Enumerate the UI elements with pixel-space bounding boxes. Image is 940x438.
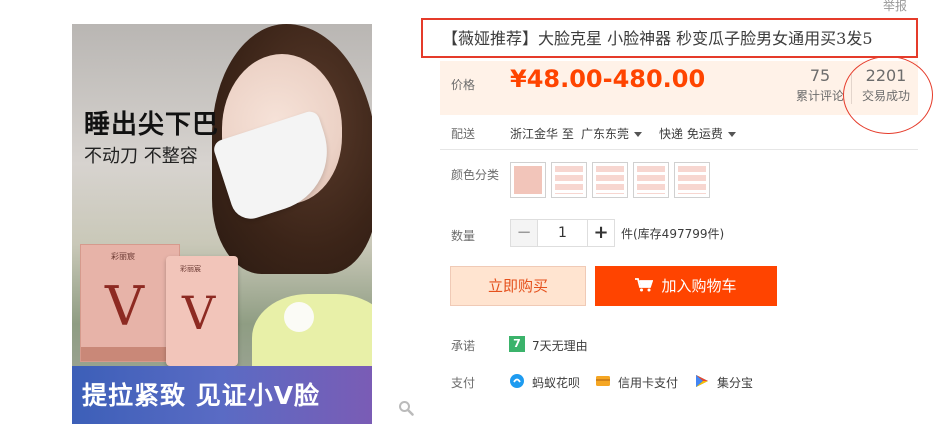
- color-swatch[interactable]: [592, 162, 628, 198]
- color-swatch[interactable]: [510, 162, 546, 198]
- quantity-label: 数量: [451, 229, 476, 243]
- add-to-cart-button[interactable]: 加入购物车: [595, 266, 777, 306]
- reviews-stat[interactable]: 75 累计评论: [795, 66, 845, 104]
- box-letter: V: [105, 275, 144, 338]
- chevron-down-icon: [727, 132, 736, 137]
- image-slogan-main: 睡出尖下巴: [84, 110, 220, 140]
- swatch-thumbnail: [555, 166, 583, 194]
- payment-method-credit-card[interactable]: 信用卡支付: [618, 374, 678, 391]
- pompom: [284, 302, 314, 332]
- shipping-origin: 浙江金华 至: [510, 127, 574, 141]
- product-title: 【薇娅推荐】大脸克星 小脸神器 秒变瓜子脸男女通用买3发5: [442, 29, 873, 48]
- stock-info: 件(库存497799件): [621, 227, 725, 241]
- image-banner-text: 提拉紧致 见证小V脸: [82, 381, 321, 410]
- product-box: 彩丽宸 V: [80, 244, 180, 362]
- price-label: 价格: [451, 78, 476, 92]
- box-brand: 彩丽宸: [111, 252, 135, 261]
- swatch-thumbnail: [678, 166, 706, 194]
- shipping-label: 配送: [451, 127, 476, 141]
- shipping-method-select[interactable]: 快递 免运费: [659, 125, 736, 142]
- payment-method-huabei[interactable]: 蚂蚁花呗: [532, 374, 580, 391]
- huabei-icon: [510, 374, 524, 388]
- shipping-destination: 广东东莞: [581, 127, 630, 141]
- box-base: [81, 347, 179, 361]
- jifenbao-icon: [696, 375, 708, 387]
- shipping-method: 快递 免运费: [659, 127, 723, 141]
- payment-label: 支付: [451, 376, 476, 390]
- chevron-down-icon: [634, 132, 643, 137]
- swatch-thumbnail: [637, 166, 665, 194]
- pack-brand: 彩丽宸: [180, 265, 201, 273]
- color-swatch[interactable]: [633, 162, 669, 198]
- swatch-thumbnail: [596, 166, 624, 194]
- promise-text[interactable]: 7天无理由: [532, 337, 588, 354]
- reviews-label: 累计评论: [795, 89, 844, 103]
- mask-pack: 彩丽宸 V: [166, 256, 238, 366]
- shipping-destination-select[interactable]: 广东东莞: [581, 125, 643, 142]
- swatch-thumbnail: [514, 166, 542, 194]
- quantity-increase-button[interactable]: +: [587, 219, 615, 247]
- credit-card-icon: [596, 376, 610, 386]
- image-slogan-sub: 不动刀 不整容: [84, 146, 198, 167]
- section-divider: [440, 149, 918, 150]
- quantity-input[interactable]: 1: [537, 219, 588, 247]
- color-swatch[interactable]: [551, 162, 587, 198]
- price-value: ¥48.00-480.00: [510, 65, 706, 93]
- color-swatch[interactable]: [674, 162, 710, 198]
- seven-day-return-icon: 7: [509, 336, 525, 352]
- cart-icon: [635, 278, 654, 292]
- zoom-icon[interactable]: [398, 400, 414, 416]
- payment-method-jifenbao[interactable]: 集分宝: [717, 374, 753, 391]
- sales-annotation-circle: [843, 56, 933, 134]
- color-label: 颜色分类: [451, 168, 500, 182]
- pack-letter: V: [182, 286, 216, 340]
- promise-label: 承诺: [451, 339, 476, 353]
- add-to-cart-label: 加入购物车: [661, 277, 737, 295]
- report-link[interactable]: 举报: [883, 0, 907, 14]
- product-main-image[interactable]: 睡出尖下巴 不动刀 不整容 彩丽宸 V 彩丽宸 V 提拉紧致 见证小V脸: [72, 24, 372, 424]
- reviews-count: 75: [809, 66, 831, 85]
- buy-now-button[interactable]: 立即购买: [450, 266, 586, 306]
- image-banner: 提拉紧致 见证小V脸: [72, 366, 372, 424]
- quantity-decrease-button[interactable]: −: [510, 219, 538, 247]
